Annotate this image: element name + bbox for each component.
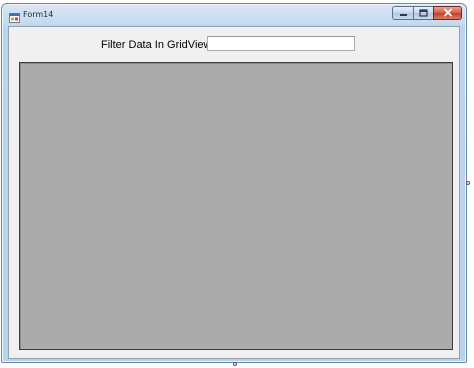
minimize-button[interactable]: [392, 6, 413, 20]
close-icon: [443, 4, 453, 22]
designer-surface: Form14 Filter Data In GridView: [0, 0, 474, 368]
caption-buttons: [392, 6, 462, 21]
form-client-area: Filter Data In GridView: [8, 26, 460, 359]
close-button[interactable]: [433, 6, 462, 20]
minimize-icon: [399, 4, 408, 22]
maximize-button[interactable]: [413, 6, 433, 20]
form-icon[interactable]: [9, 10, 20, 23]
filter-label: Filter Data In GridView: [101, 39, 212, 51]
window-title: Form14: [23, 10, 54, 19]
resize-handle-bottom[interactable]: [233, 362, 237, 366]
form-window[interactable]: Form14 Filter Data In GridView: [1, 3, 467, 363]
maximize-icon: [419, 4, 428, 22]
data-grid-view[interactable]: [19, 62, 453, 350]
title-bar[interactable]: Form14: [2, 4, 466, 26]
resize-handle-right[interactable]: [466, 181, 470, 185]
filter-textbox[interactable]: [207, 36, 355, 51]
